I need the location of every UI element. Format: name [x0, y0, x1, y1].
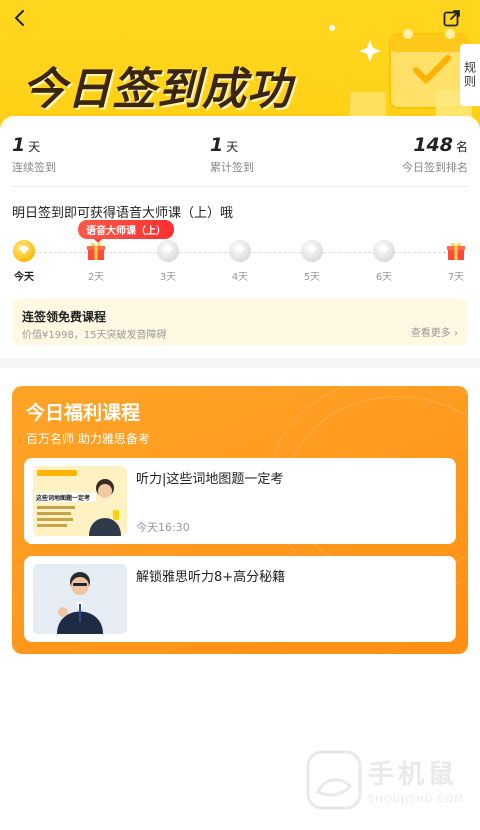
page-title: 今日签到成功 [22, 64, 292, 115]
watermark-name: 手机鼠 [368, 760, 459, 790]
day-label: 5天 [303, 272, 321, 283]
benefit-title: 今日福利课程 [26, 402, 141, 424]
day-4: 4天 [218, 240, 262, 283]
diamond-coin-icon [13, 240, 35, 262]
streak-desc: 价值¥1998，15天突破发音障碍 [22, 330, 167, 341]
stat-value: 148 [413, 134, 453, 156]
day-5: 5天 [290, 240, 334, 283]
stat-unit: 天 [28, 140, 41, 154]
back-arrow-icon[interactable] [10, 8, 30, 28]
benefit-panel: 今日福利课程 百万名师 助力雅思备考 这些词地图题一定考 听力|这些词地图题一定… [12, 386, 468, 654]
view-more-link[interactable]: 查看更多 › [411, 324, 458, 339]
stat-label: 今日签到排名 [402, 161, 468, 174]
day-6: 6天 [362, 240, 406, 283]
day-label: 2天 [87, 272, 105, 283]
stat-unit: 名 [455, 140, 468, 154]
diamond-coin-icon [229, 240, 251, 262]
diamond-coin-icon [157, 240, 179, 262]
course-title: 听力|这些词地图题一定考 [136, 472, 284, 487]
day-3: 3天 [146, 240, 190, 283]
day-today: 今天 [2, 240, 46, 283]
course-time: 今天16:30 [136, 521, 190, 534]
stat-total: 1天 累计签到 [210, 134, 254, 175]
share-icon[interactable] [442, 8, 462, 28]
diamond-coin-icon [373, 240, 395, 262]
streak-title: 连签领免费课程 [22, 310, 107, 324]
day-label: 6天 [375, 272, 393, 283]
thumbnail-caption: 这些词地图题一定考 [36, 493, 96, 502]
day-label: 4天 [231, 272, 249, 283]
course-title: 解锁雅思听力8+高分秘籍 [136, 570, 286, 585]
divider [12, 186, 468, 187]
stat-label: 累计签到 [210, 161, 254, 174]
reward-badge: 语音大师课（上） [78, 220, 174, 243]
course-card[interactable]: 解锁雅思听力8+高分秘籍 [24, 556, 456, 642]
stat-value: 1 [12, 134, 26, 156]
stat-unit: 天 [226, 140, 239, 154]
gift-box-icon [85, 240, 107, 262]
checkin-card: 1天 连续签到 1天 累计签到 148 名 今日签到排名 明日签到即可获得语音大师… [0, 116, 480, 366]
streak-course-banner[interactable]: 连签领免费课程 价值¥1998，15天突破发音障碍 查看更多 › [12, 299, 468, 345]
tomorrow-tip: 明日签到即可获得语音大师课（上）哦 [12, 206, 234, 221]
section-separator [0, 358, 480, 368]
day-label: 今天 [14, 272, 34, 283]
diamond-coin-icon [301, 240, 323, 262]
stat-label: 连续签到 [12, 161, 56, 174]
gift-box-icon [445, 240, 467, 262]
course-thumbnail [33, 564, 127, 634]
day-label: 7天 [447, 272, 465, 283]
day-7[interactable]: 7天 [434, 240, 478, 283]
benefit-subtitle: 百万名师 助力雅思备考 [26, 432, 150, 446]
stat-consecutive: 1天 连续签到 [12, 134, 56, 175]
teacher-portrait-icon [33, 564, 127, 634]
day-label: 3天 [159, 272, 177, 283]
course-card[interactable]: 这些词地图题一定考 听力|这些词地图题一定考 今天16:30 [24, 458, 456, 544]
watermark-domain: SHOUJISHU.COM [368, 794, 464, 805]
day-2[interactable]: 2天 [74, 240, 118, 283]
stat-rank: 148 名 今日签到排名 [402, 134, 468, 175]
course-thumbnail: 这些词地图题一定考 [33, 466, 127, 536]
rules-button[interactable]: 规则 [460, 44, 480, 106]
watermark-logo: 手机鼠 SHOUJISHU.COM [306, 748, 466, 818]
stat-value: 1 [210, 134, 224, 156]
